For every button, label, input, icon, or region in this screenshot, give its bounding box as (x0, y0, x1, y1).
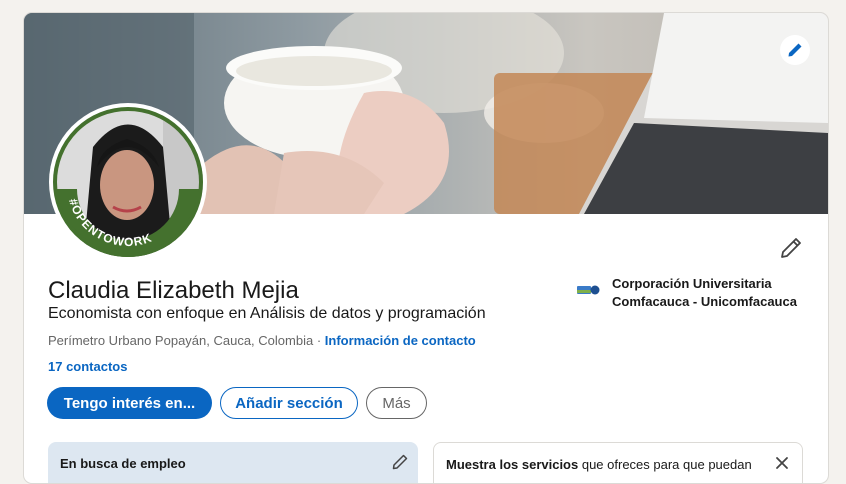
open-to-button[interactable]: Tengo interés en... (47, 387, 212, 419)
services-card[interactable]: Muestra los servicios que ofreces para q… (433, 442, 803, 483)
add-section-button[interactable]: Añadir sección (220, 387, 358, 419)
connections-link[interactable]: 17 contactos (48, 359, 127, 374)
edit-open-to-work-button[interactable] (388, 450, 412, 474)
open-to-work-card[interactable]: En busca de empleo (48, 442, 418, 483)
profile-name: Claudia Elizabeth Mejia (48, 277, 299, 304)
pencil-icon (788, 43, 802, 57)
education-entry[interactable]: Corporación Universitaria Comfacauca - U… (576, 275, 812, 311)
services-text-strong: Muestra los servicios (446, 457, 579, 472)
services-text-rest: que ofreces para que puedan (578, 457, 752, 472)
more-button[interactable]: Más (366, 387, 427, 419)
education-name: Corporación Universitaria Comfacauca - U… (612, 276, 797, 309)
profile-photo[interactable]: #OPENTOWORK (49, 103, 207, 261)
dismiss-services-button[interactable] (770, 451, 794, 475)
profile-actions: Tengo interés en... Añadir sección Más (47, 387, 427, 419)
pencil-icon (781, 238, 801, 258)
profile-headline: Economista con enfoque en Análisis de da… (48, 305, 486, 322)
profile-location-line: Perímetro Urbano Popayán, Cauca, Colombi… (48, 333, 476, 348)
open-to-work-title: En busca de empleo (60, 456, 186, 471)
services-text: Muestra los servicios que ofreces para q… (446, 457, 752, 472)
edit-cover-button[interactable] (780, 35, 810, 65)
separator: · (313, 333, 325, 348)
profile-location: Perímetro Urbano Popayán, Cauca, Colombi… (48, 333, 314, 348)
university-logo-icon (577, 285, 600, 295)
edit-intro-button[interactable] (774, 231, 808, 265)
contact-info-link[interactable]: Información de contacto (325, 333, 476, 348)
profile-card: #OPENTOWORK Claudia Elizabeth Mejia Econ… (23, 12, 829, 484)
